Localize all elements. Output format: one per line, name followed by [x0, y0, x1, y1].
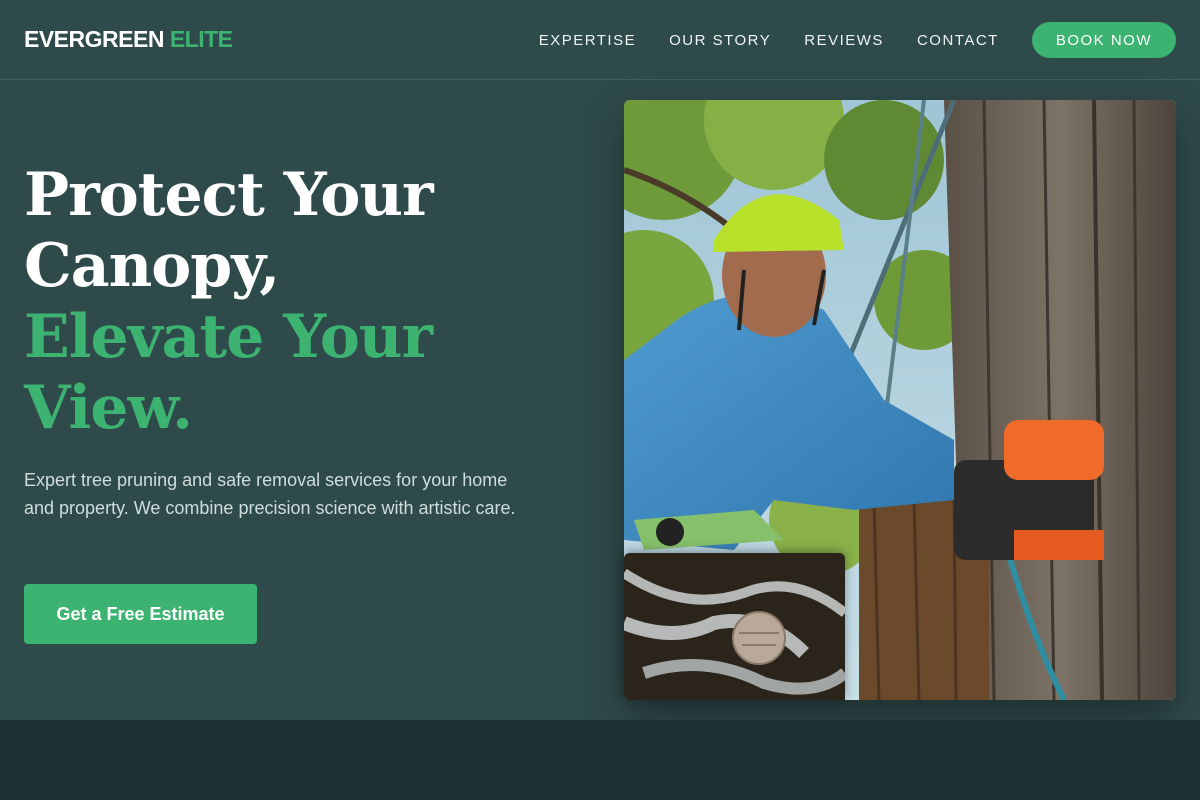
- hero-subtitle: Expert tree pruning and safe removal ser…: [24, 470, 516, 518]
- free-estimate-button[interactable]: Get a Free Estimate: [24, 584, 257, 644]
- hero-text: Protect Your Canopy, Elevate Your View. …: [24, 160, 584, 540]
- book-now-button[interactable]: BOOK NOW: [1031, 22, 1176, 58]
- brand-logo[interactable]: EVERGREEN ELITE: [24, 26, 233, 53]
- inset-photo-pine: [624, 553, 845, 700]
- main-nav: EXPERTISE OUR STORY REVIEWS CONTACT BOOK…: [539, 22, 1176, 58]
- hero-headline: Protect Your Canopy, Elevate Your View.: [24, 160, 584, 444]
- headline-line-4: View.: [24, 373, 193, 443]
- top-navigation-bar: EVERGREEN ELITE EXPERTISE OUR STORY REVI…: [0, 0, 1200, 80]
- headline-line-3: Elevate Your: [24, 302, 433, 372]
- nav-link-contact[interactable]: CONTACT: [917, 32, 999, 49]
- nav-link-our-story[interactable]: OUR STORY: [669, 32, 771, 49]
- nav-link-expertise[interactable]: EXPERTISE: [539, 32, 636, 49]
- brand-name-accent: ELITE: [169, 26, 233, 52]
- nav-link-reviews[interactable]: REVIEWS: [804, 32, 884, 49]
- next-section-band: [0, 720, 1200, 800]
- brand-name-primary: EVERGREEN: [24, 26, 164, 52]
- headline-line-2: Canopy,: [24, 231, 280, 301]
- headline-line-1: Protect Your: [24, 160, 434, 230]
